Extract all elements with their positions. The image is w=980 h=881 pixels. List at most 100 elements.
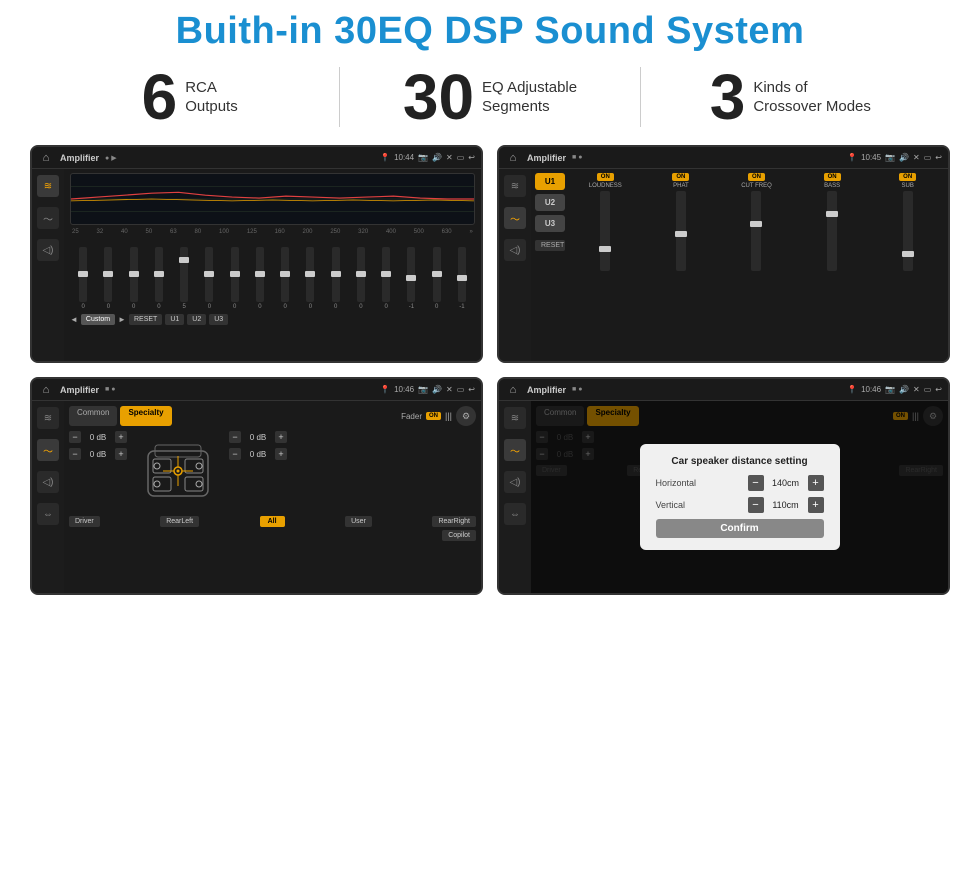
all-btn[interactable]: All	[260, 516, 285, 527]
bass-on-badge[interactable]: ON	[824, 173, 841, 181]
arrows-icon-4[interactable]: ⇔	[504, 503, 526, 525]
rearleft-btn[interactable]: RearLeft	[160, 516, 199, 527]
eq-u3-btn[interactable]: U3	[209, 314, 228, 325]
topbar-right-2: 📍 10:45 📷 🔊 ✕ ▭ ↩	[847, 153, 942, 162]
amp2-ch-loudness: ON LOUDNESS	[569, 173, 642, 357]
wave-icon-2[interactable]: 〜	[504, 207, 526, 229]
minimize-icon-1: ▭	[457, 153, 465, 162]
topbar-2: ⌂ Amplifier ■ ● 📍 10:45 📷 🔊 ✕ ▭ ↩	[499, 147, 948, 169]
speaker-icon-2[interactable]: ◁)	[504, 239, 526, 261]
screen-amp3: ⌂ Amplifier ■ ● 📍 10:46 📷 🔊 ✕ ▭ ↩ ≋ 〜 ◁)	[30, 377, 483, 595]
eq-icon[interactable]: ≋	[37, 175, 59, 197]
amp3-tabs: Common Specialty Fader ON ||| ⚙	[69, 406, 476, 426]
phat-on-badge[interactable]: ON	[672, 173, 689, 181]
loudness-on-badge[interactable]: ON	[597, 173, 614, 181]
amp3-specialty-tab[interactable]: Specialty	[120, 406, 171, 426]
eq-play-icon[interactable]: ►	[118, 315, 126, 324]
stat-rca-number: 6	[142, 65, 178, 129]
amp3-minus-2[interactable]: −	[69, 448, 81, 460]
amp3-db-row-1: − 0 dB +	[69, 431, 127, 443]
topbar-time-3: 10:46	[394, 385, 414, 394]
back-icon-3: ↩	[468, 385, 475, 394]
copilot-btn[interactable]: Copilot	[442, 530, 476, 541]
screen4-sidebar: ≋ 〜 ◁) ⇔	[499, 401, 531, 593]
driver-btn[interactable]: Driver	[69, 516, 100, 527]
cutfreq-on-badge[interactable]: ON	[748, 173, 765, 181]
topbar-4: ⌂ Amplifier ■ ● 📍 10:46 📷 🔊 ✕ ▭ ↩	[499, 379, 948, 401]
amp3-bottom: Driver RearLeft All User RearRight	[69, 516, 476, 527]
eq-graph	[70, 173, 475, 225]
home-icon-3: ⌂	[38, 382, 54, 398]
arrows-icon-3[interactable]: ⇔	[37, 503, 59, 525]
screen4-content: ≋ 〜 ◁) ⇔ Common Specialty ON ||| ⚙	[499, 401, 948, 593]
amp2-main: U1 U2 U3 RESET ON LOUDNESS	[531, 169, 948, 361]
screenshots-grid: ⌂ Amplifier ● ▶ 📍 10:44 📷 🔊 ✕ ▭ ↩ ≋ 〜 ◁)	[20, 145, 960, 595]
loudness-slider[interactable]	[600, 191, 610, 271]
fader-on-badge[interactable]: ON	[426, 412, 441, 420]
eq-prev-icon[interactable]: ◄	[70, 315, 78, 324]
stats-row: 6 RCA Outputs 30 EQ Adjustable Segments …	[20, 65, 960, 129]
vertical-plus-btn[interactable]: +	[808, 497, 824, 513]
confirm-button[interactable]: Confirm	[656, 519, 824, 538]
vertical-control: − 110cm +	[748, 497, 824, 513]
screen-eq: ⌂ Amplifier ● ▶ 📍 10:44 📷 🔊 ✕ ▭ ↩ ≋ 〜 ◁)	[30, 145, 483, 363]
wave-icon[interactable]: 〜	[37, 207, 59, 229]
cutfreq-slider[interactable]	[751, 191, 761, 271]
amp3-minus-4[interactable]: −	[229, 448, 241, 460]
speaker-icon[interactable]: ◁)	[37, 239, 59, 261]
eq-icon-3[interactable]: ≋	[37, 407, 59, 429]
topbar-time-1: 10:44	[394, 153, 414, 162]
location-icon-4: 📍	[847, 385, 857, 394]
amp3-plus-4[interactable]: +	[275, 448, 287, 460]
screen-amp4: ⌂ Amplifier ■ ● 📍 10:46 📷 🔊 ✕ ▭ ↩ ≋ 〜 ◁)	[497, 377, 950, 595]
amp2-u1-btn[interactable]: U1	[535, 173, 565, 190]
amp3-plus-2[interactable]: +	[115, 448, 127, 460]
settings-round-icon[interactable]: ⚙	[456, 406, 476, 426]
speaker-icon-3[interactable]: ◁)	[37, 471, 59, 493]
topbar-1: ⌂ Amplifier ● ▶ 📍 10:44 📷 🔊 ✕ ▭ ↩	[32, 147, 481, 169]
vertical-minus-btn[interactable]: −	[748, 497, 764, 513]
eq-icon-2[interactable]: ≋	[504, 175, 526, 197]
amp3-minus-1[interactable]: −	[69, 431, 81, 443]
horizontal-plus-btn[interactable]: +	[808, 475, 824, 491]
topbar-dots-2: ■ ●	[572, 154, 582, 161]
close-icon-1: ✕	[446, 153, 453, 162]
wave-icon-4[interactable]: 〜	[504, 439, 526, 461]
screen-amp2: ⌂ Amplifier ■ ● 📍 10:45 📷 🔊 ✕ ▭ ↩ ≋ 〜 ◁)	[497, 145, 950, 363]
eq-reset-btn[interactable]: RESET	[129, 314, 162, 325]
amp3-plus-1[interactable]: +	[115, 431, 127, 443]
topbar-dots-3: ■ ●	[105, 386, 115, 393]
volume-icon-2: 🔊	[899, 153, 909, 162]
amp2-u2-btn[interactable]: U2	[535, 194, 565, 211]
bass-slider[interactable]	[827, 191, 837, 271]
topbar-title-3: Amplifier	[60, 385, 99, 395]
topbar-title-2: Amplifier	[527, 153, 566, 163]
main-title: Buith-in 30EQ DSP Sound System	[20, 10, 960, 53]
car-diagram	[133, 431, 223, 511]
amp3-plus-3[interactable]: +	[275, 431, 287, 443]
home-icon-4: ⌂	[505, 382, 521, 398]
amp4-main: Common Specialty ON ||| ⚙ − 0 dB	[531, 401, 948, 593]
amp3-body: − 0 dB + − 0 dB +	[69, 431, 476, 511]
amp2-reset-btn[interactable]: RESET	[535, 240, 565, 251]
eq-custom-btn[interactable]: Custom	[81, 314, 115, 325]
eq-u2-btn[interactable]: U2	[187, 314, 206, 325]
phat-slider[interactable]	[676, 191, 686, 271]
sub-slider[interactable]	[903, 191, 913, 271]
camera-icon-4: 📷	[885, 385, 895, 394]
eq-bottom-bar: ◄ Custom ► RESET U1 U2 U3	[70, 314, 475, 325]
minimize-icon-2: ▭	[924, 153, 932, 162]
user-btn[interactable]: User	[345, 516, 372, 527]
page-wrapper: Buith-in 30EQ DSP Sound System 6 RCA Out…	[0, 0, 980, 881]
horizontal-minus-btn[interactable]: −	[748, 475, 764, 491]
sub-on-badge[interactable]: ON	[899, 173, 916, 181]
eq-u1-btn[interactable]: U1	[165, 314, 184, 325]
volume-icon-3: 🔊	[432, 385, 442, 394]
amp3-minus-3[interactable]: −	[229, 431, 241, 443]
speaker-icon-4[interactable]: ◁)	[504, 471, 526, 493]
eq-icon-4[interactable]: ≋	[504, 407, 526, 429]
wave-icon-3[interactable]: 〜	[37, 439, 59, 461]
amp2-u3-btn[interactable]: U3	[535, 215, 565, 232]
rearright-btn[interactable]: RearRight	[432, 516, 476, 527]
amp3-common-tab[interactable]: Common	[69, 406, 117, 426]
